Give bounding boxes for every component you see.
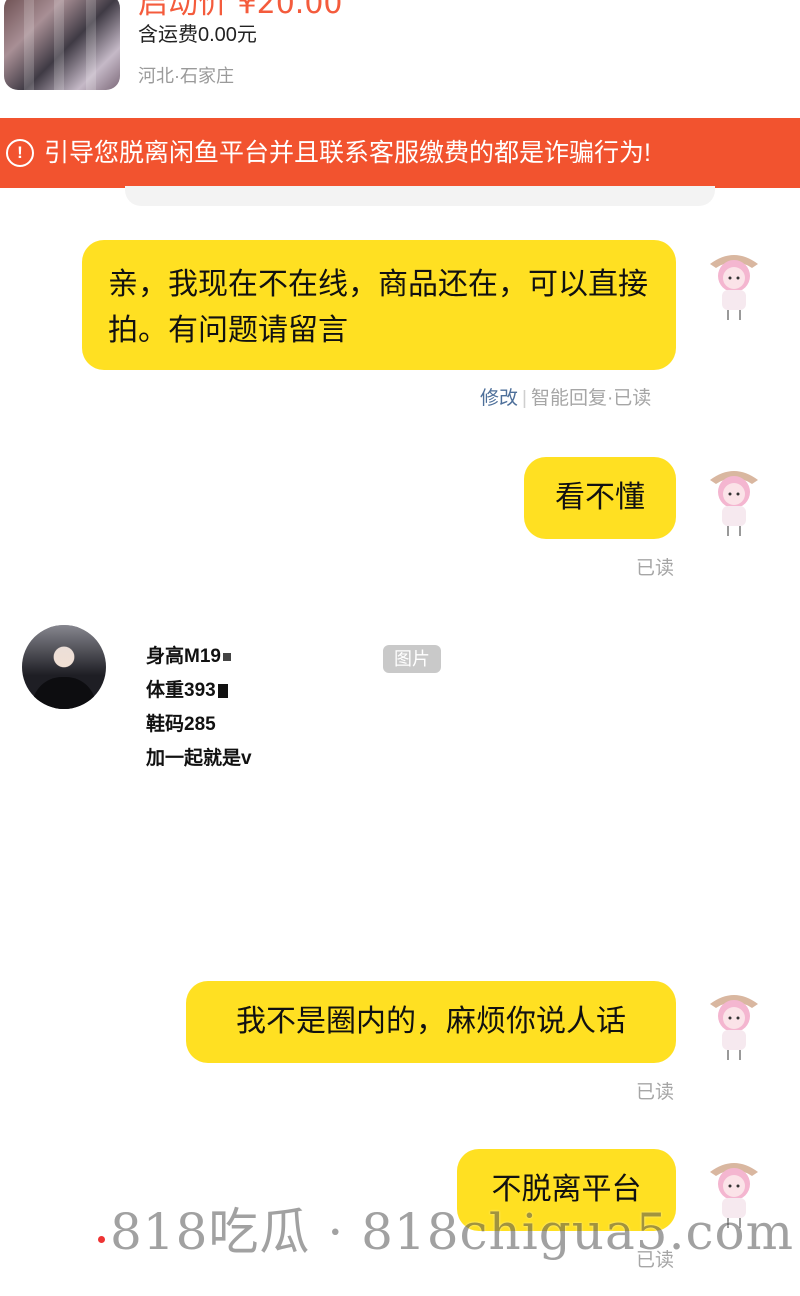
other-user-message[interactable]: 身高M19 体重393 鞋码285 加一起就是v [146,640,252,776]
my-message-bubble[interactable]: 我不是圈内的，麻烦你说人话 [186,981,676,1063]
my-avatar[interactable] [702,458,766,538]
watermark-dot [98,1236,105,1243]
message-text: 看不懂 [555,481,645,514]
other-user-avatar[interactable] [22,625,106,709]
my-avatar[interactable] [702,982,766,1062]
my-message-bubble[interactable]: 亲，我现在不在线，商品还在，可以直接拍。有问题请留言 [82,240,676,370]
my-message-bubble[interactable]: 看不懂 [524,457,676,539]
message-status: 已读 [636,1082,675,1103]
message-text: 亲，我现在不在线，商品还在，可以直接拍。有问题请留言 [108,268,648,347]
message-status: 智能回复·已读 [530,388,652,409]
image-tag[interactable]: 图片 [383,645,441,673]
warning-icon: ! [6,139,34,167]
my-avatar[interactable] [702,242,766,322]
message-meta: 修改 | 智能回复·已读 [480,388,652,409]
message-line: 鞋码285 [146,714,216,735]
message-text: 我不是圈内的，麻烦你说人话 [236,1005,626,1038]
message-line: 身高M19 [146,646,221,667]
shipping-fee: 含运费0.00元 [138,24,257,46]
message-line: 加一起就是v [146,748,252,769]
card-shadow [125,186,715,206]
edit-link[interactable]: 修改 [480,388,518,409]
site-watermark: 818吃瓜 · 818chigua5.com [110,1203,794,1261]
message-status: 已读 [636,558,675,579]
product-thumbnail[interactable] [4,0,120,90]
warning-text: 引导您脱离闲鱼平台并且联系客服缴费的都是诈骗行为! [44,139,651,167]
product-location: 河北·石家庄 [138,66,234,86]
product-card[interactable]: 启动价 ¥20.00 含运费0.00元 河北·石家庄 [0,0,800,118]
fraud-warning-banner: ! 引导您脱离闲鱼平台并且联系客服缴费的都是诈骗行为! [0,118,800,188]
message-line: 体重393 [146,680,216,701]
